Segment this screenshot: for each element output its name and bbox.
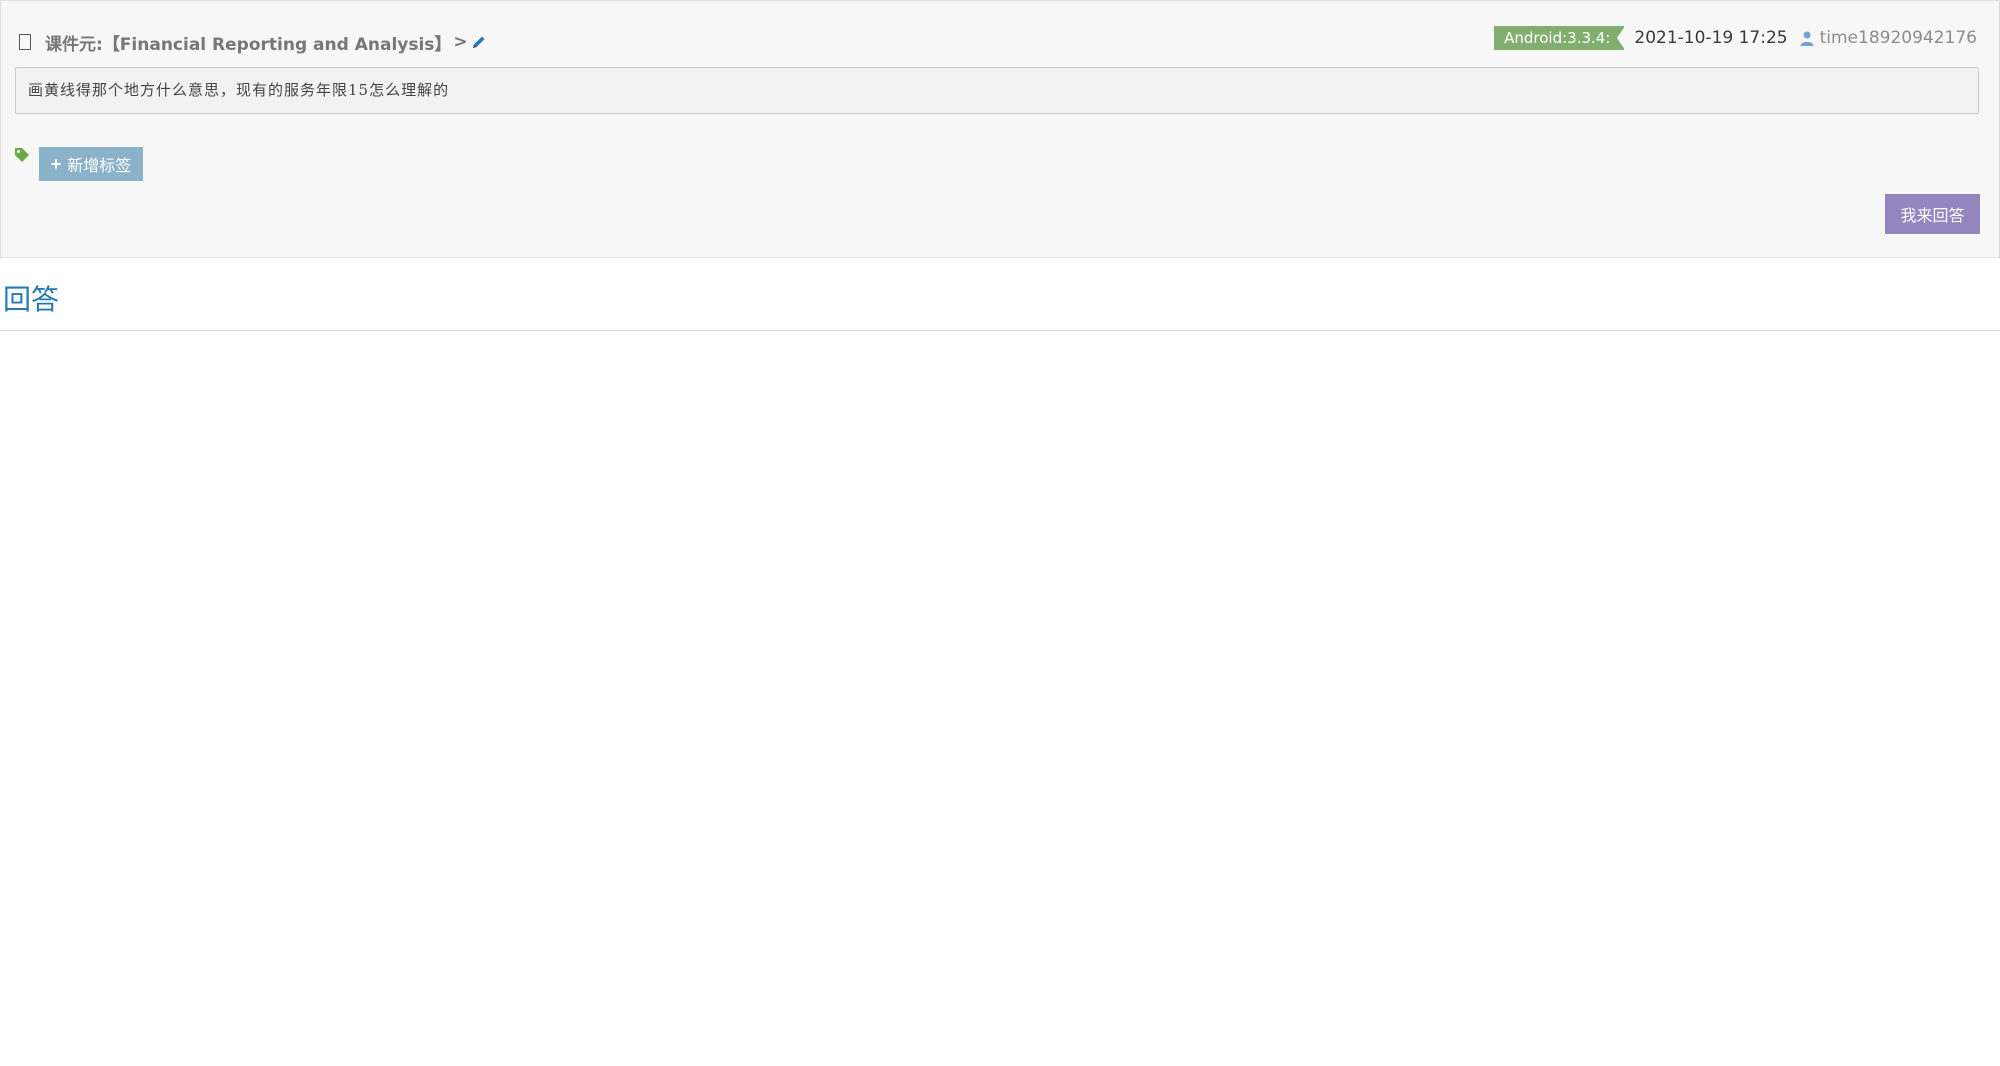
plus-icon: +: [50, 153, 62, 174]
tag-icon: [15, 148, 29, 162]
add-tag-button[interactable]: + 新增标签: [39, 147, 143, 181]
question-panel: 课件元: 【Financial Reporting and Analysis】 …: [0, 0, 2000, 258]
add-tag-label: 新增标签: [67, 158, 132, 175]
courseware-label: 课件元:: [45, 34, 103, 55]
answers-title: 回答: [3, 283, 60, 316]
bookmark-icon: [19, 34, 31, 50]
courseware-name[interactable]: 【Financial Reporting and Analysis】: [103, 30, 452, 55]
courseware-header: 课件元: 【Financial Reporting and Analysis】 …: [19, 29, 487, 55]
question-meta: Android:3.3.4: 2021-10-19 17:25 time1892…: [1494, 25, 1977, 51]
version-badge: Android:3.3.4:: [1494, 26, 1626, 50]
post-datetime: 2021-10-19 17:25: [1634, 28, 1788, 48]
answer-button[interactable]: 我来回答: [1885, 194, 1980, 234]
edit-pencil-icon[interactable]: [471, 34, 487, 50]
answers-divider: [0, 330, 2000, 331]
courseware-arrow: >: [453, 32, 468, 52]
question-text: 画黄线得那个地方什么意思，现有的服务年限15怎么理解的: [15, 67, 1979, 114]
username[interactable]: time18920942176: [1820, 28, 1977, 48]
user-icon: [1800, 31, 1814, 46]
